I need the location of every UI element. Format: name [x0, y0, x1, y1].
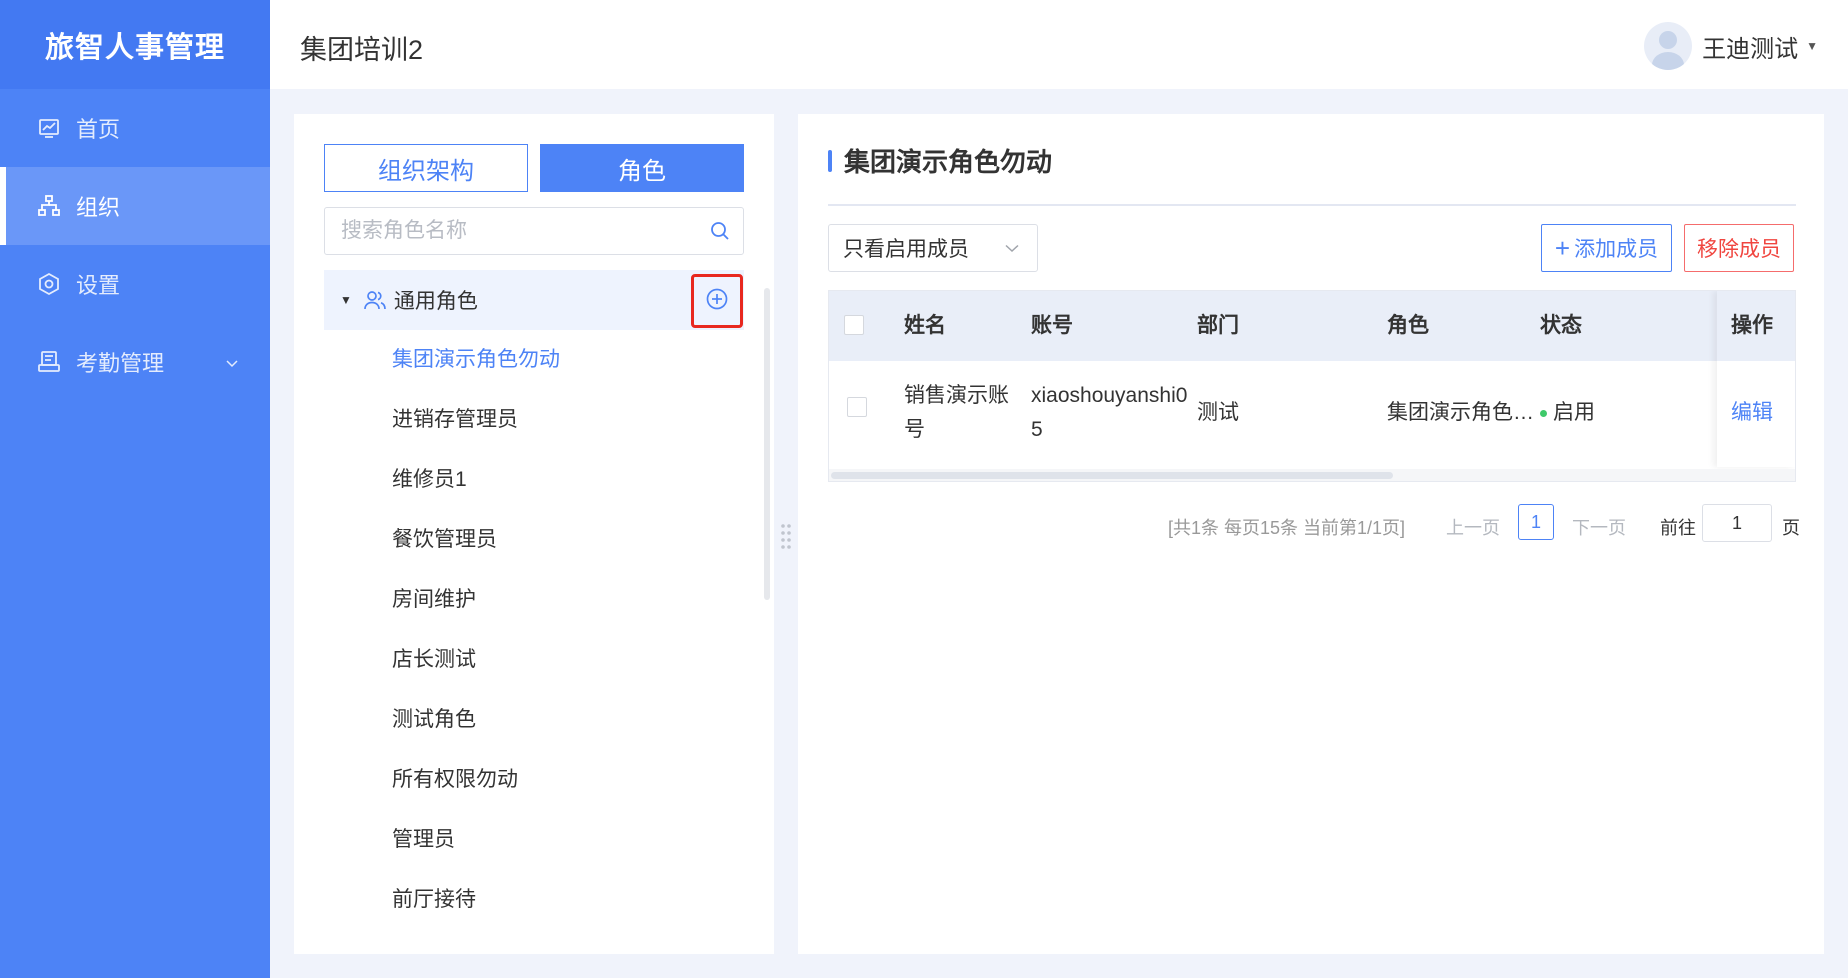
column-header-role: 角色 — [1387, 314, 1429, 337]
tree-node-general-roles[interactable]: ▼ 通用角色 — [324, 270, 744, 330]
role-item[interactable]: 前厅接待 — [392, 870, 560, 930]
role-item[interactable]: 进销存管理员 — [392, 390, 560, 450]
role-item[interactable]: 测试角色 — [392, 690, 560, 750]
action-column: 操作 编辑 — [1717, 291, 1795, 467]
member-status-filter[interactable]: 只看启用成员 — [828, 224, 1038, 272]
member-account-line: 5 — [1031, 418, 1043, 441]
member-name-line: 销售演示账 — [904, 384, 1009, 407]
role-members-panel: 集团演示角色勿动 只看启用成员 + 添加成员 移除成员 姓名 账号 部门 角色 … — [798, 114, 1824, 954]
tab-org-structure[interactable]: 组织架构 — [324, 144, 528, 192]
sidebar-item-org[interactable]: 组织 — [0, 167, 270, 245]
prev-page-button[interactable]: 上一页 — [1446, 514, 1500, 540]
column-header-department: 部门 — [1197, 314, 1239, 337]
user-group-icon — [364, 290, 386, 310]
role-item[interactable]: 所有权限勿动 — [392, 750, 560, 810]
settings-icon — [36, 271, 62, 297]
user-name: 王迪测试 — [1702, 35, 1799, 63]
caret-down-icon: ▼ — [1806, 39, 1818, 53]
plus-icon: + — [1554, 233, 1571, 263]
table-row: 销售演示账 号 xiaoshouyanshi0 5 测试 集团演示角色… 启用 — [829, 361, 1795, 467]
page-suffix: 页 — [1782, 518, 1800, 538]
role-search-input[interactable] — [341, 219, 701, 243]
column-header-account: 账号 — [1031, 314, 1073, 337]
add-member-label: 添加成员 — [1574, 238, 1659, 261]
sidebar: 旅智人事管理 首页 组织 设置 考勤管理 — [0, 0, 270, 978]
panel-resize-handle[interactable] — [780, 522, 792, 552]
member-status: 启用 — [1540, 396, 1595, 430]
select-all-checkbox[interactable] — [844, 315, 864, 335]
row-checkbox[interactable] — [847, 397, 867, 417]
page-title: 集团培训2 — [300, 35, 424, 65]
scrollbar-thumb[interactable] — [831, 472, 1393, 479]
avatar — [1644, 22, 1693, 70]
goto-label: 前往 — [1660, 518, 1696, 538]
role-item[interactable]: 集团演示角色勿动 — [392, 330, 560, 390]
add-role-button[interactable] — [691, 274, 743, 328]
table-horizontal-scrollbar[interactable] — [829, 469, 1795, 481]
next-page-button[interactable]: 下一页 — [1572, 514, 1626, 540]
member-account-line: xiaoshouyanshi0 — [1031, 384, 1188, 407]
member-account: xiaoshouyanshi0 5 — [1031, 379, 1187, 447]
goto-page-input[interactable] — [1702, 504, 1772, 542]
tab-roles[interactable]: 角色 — [540, 144, 744, 192]
remove-member-button[interactable]: 移除成员 — [1684, 224, 1794, 272]
sidebar-item-settings[interactable]: 设置 — [0, 245, 270, 323]
top-header: 集团培训2 王迪测试 ▼ — [270, 0, 1848, 89]
role-search — [324, 207, 744, 255]
sidebar-item-label: 设置 — [76, 273, 121, 298]
member-department: 测试 — [1197, 401, 1239, 424]
status-dot — [1540, 409, 1547, 417]
sidebar-item-label: 组织 — [76, 195, 121, 220]
chevron-down-icon — [224, 351, 240, 377]
filter-value: 只看启用成员 — [843, 238, 969, 261]
edit-member-link[interactable]: 编辑 — [1731, 396, 1773, 426]
sidebar-item-attendance[interactable]: 考勤管理 — [0, 323, 270, 401]
pagination-summary: [共1条 每页15条 当前第1/1页] — [1168, 518, 1406, 538]
search-icon[interactable] — [709, 220, 731, 247]
role-tree-panel: 组织架构 角色 ▼ 通用角色 集团演示角色勿动 进销存管理员 维修员1 餐饮管理… — [294, 114, 774, 954]
members-table: 姓名 账号 部门 角色 状态 销售演示账 号 xiaoshouyanshi0 5… — [828, 290, 1796, 482]
member-name-line: 号 — [904, 418, 925, 441]
role-item[interactable]: 店长测试 — [392, 630, 560, 690]
sidebar-item-label: 考勤管理 — [76, 351, 165, 376]
role-item[interactable]: 管理员 — [392, 810, 560, 870]
caret-down-icon[interactable]: ▼ — [340, 293, 352, 307]
chevron-down-icon — [1003, 239, 1021, 263]
add-member-button[interactable]: + 添加成员 — [1541, 224, 1672, 272]
status-label: 启用 — [1553, 401, 1595, 424]
attendance-icon — [36, 349, 62, 375]
table-header: 姓名 账号 部门 角色 状态 — [829, 291, 1795, 361]
pagination: [共1条 每页15条 当前第1/1页] 上一页 1 下一页 前往 页 — [798, 504, 1824, 544]
role-item[interactable]: 房间维护 — [392, 570, 560, 630]
title-accent-bar — [828, 149, 832, 172]
dashboard-icon — [36, 115, 62, 141]
org-chart-icon — [36, 193, 62, 219]
role-item[interactable]: 维修员1 — [392, 450, 560, 510]
plus-circle-icon — [705, 287, 729, 316]
role-item[interactable]: 餐饮管理员 — [392, 510, 560, 570]
user-menu[interactable]: 王迪测试 ▼ — [1644, 22, 1818, 70]
divider — [828, 204, 1796, 206]
member-name: 销售演示账 号 — [904, 379, 1009, 447]
tree-scrollbar[interactable] — [764, 288, 770, 600]
section-title-text: 集团演示角色勿动 — [844, 147, 1053, 177]
column-header-action: 操作 — [1717, 291, 1795, 361]
section-title: 集团演示角色勿动 — [828, 142, 1052, 179]
page-number-button[interactable]: 1 — [1518, 504, 1554, 540]
column-header-status: 状态 — [1540, 314, 1582, 337]
tree-node-label: 通用角色 — [393, 290, 478, 313]
sidebar-item-home[interactable]: 首页 — [0, 89, 270, 167]
brand-title: 旅智人事管理 — [0, 0, 270, 89]
column-header-name: 姓名 — [904, 314, 946, 337]
role-list: 集团演示角色勿动 进销存管理员 维修员1 餐饮管理员 房间维护 店长测试 测试角… — [392, 330, 560, 930]
sidebar-item-label: 首页 — [76, 117, 121, 142]
member-role: 集团演示角色… — [1387, 401, 1534, 424]
